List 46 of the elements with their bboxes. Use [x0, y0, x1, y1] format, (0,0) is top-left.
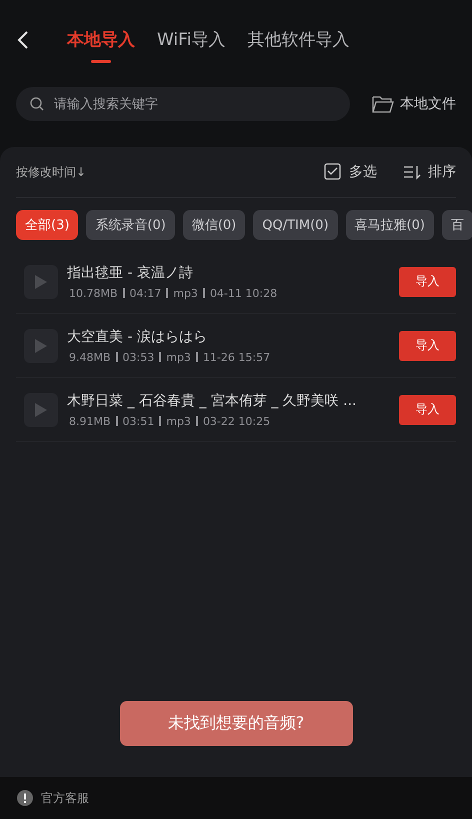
filter-chip[interactable]: QQ/TIM(0): [253, 210, 338, 240]
play-thumbnail[interactable]: [24, 264, 58, 298]
play-thumbnail[interactable]: [24, 328, 58, 362]
play-icon: [35, 338, 47, 352]
file-duration: 03:53: [122, 350, 154, 364]
local-files-link[interactable]: 本地文件: [400, 95, 456, 113]
tab[interactable]: WiFi导入: [157, 18, 226, 62]
tab[interactable]: 本地导入: [67, 18, 135, 62]
import-button[interactable]: 导入: [399, 394, 456, 424]
file-size: 10.78MB: [69, 286, 118, 300]
support-link[interactable]: 官方客服: [41, 790, 89, 806]
filter-chip[interactable]: 微信(0): [182, 210, 246, 240]
file-format: mp3: [173, 286, 198, 300]
file-size: 8.91MB: [69, 414, 111, 428]
play-thumbnail[interactable]: [24, 392, 58, 426]
import-button[interactable]: 导入: [399, 266, 456, 296]
file-duration: 04:17: [130, 286, 162, 300]
file-date: 03-22 10:25: [202, 414, 270, 428]
checkbox-icon[interactable]: [324, 163, 342, 181]
filter-chip[interactable]: 喜马拉雅(0): [346, 210, 434, 240]
back-icon[interactable]: [17, 30, 29, 50]
file-title: 指出毬亜 - 哀温ノ詩: [67, 264, 194, 282]
file-size: 9.48MB: [69, 350, 111, 364]
play-icon: [35, 402, 47, 416]
file-date: 04-11 10:28: [210, 286, 278, 300]
file-title: 木野日菜 _ 石谷春貴 _ 宮本侑芽 _ 久野美咲 ...: [67, 392, 358, 410]
folder-icon[interactable]: [372, 95, 394, 113]
filter-chip[interactable]: 系统录音(0): [86, 210, 175, 240]
file-title: 大空直美 - 涙はらはら: [67, 328, 208, 346]
filter-chip[interactable]: 全部(3): [16, 210, 78, 240]
file-duration: 03:51: [122, 414, 154, 428]
filter-chip[interactable]: 百: [442, 210, 472, 240]
tab[interactable]: 其他软件导入: [247, 18, 350, 62]
search-icon: [30, 97, 44, 111]
warning-icon[interactable]: [17, 790, 33, 806]
sort-icon[interactable]: [403, 164, 421, 180]
sort-label[interactable]: 排序: [428, 163, 456, 181]
play-icon: [35, 274, 47, 288]
not-found-button[interactable]: 未找到想要的音频?: [120, 701, 352, 746]
sort-label[interactable]: 按修改时间↓: [16, 164, 86, 180]
multi-select-label[interactable]: 多选: [349, 163, 377, 181]
file-date: 11-26 15:57: [202, 350, 270, 364]
import-button[interactable]: 导入: [399, 330, 456, 360]
file-format: mp3: [166, 414, 191, 428]
file-format: mp3: [166, 350, 191, 364]
search-field[interactable]: 请输入搜索关键字: [16, 87, 350, 121]
